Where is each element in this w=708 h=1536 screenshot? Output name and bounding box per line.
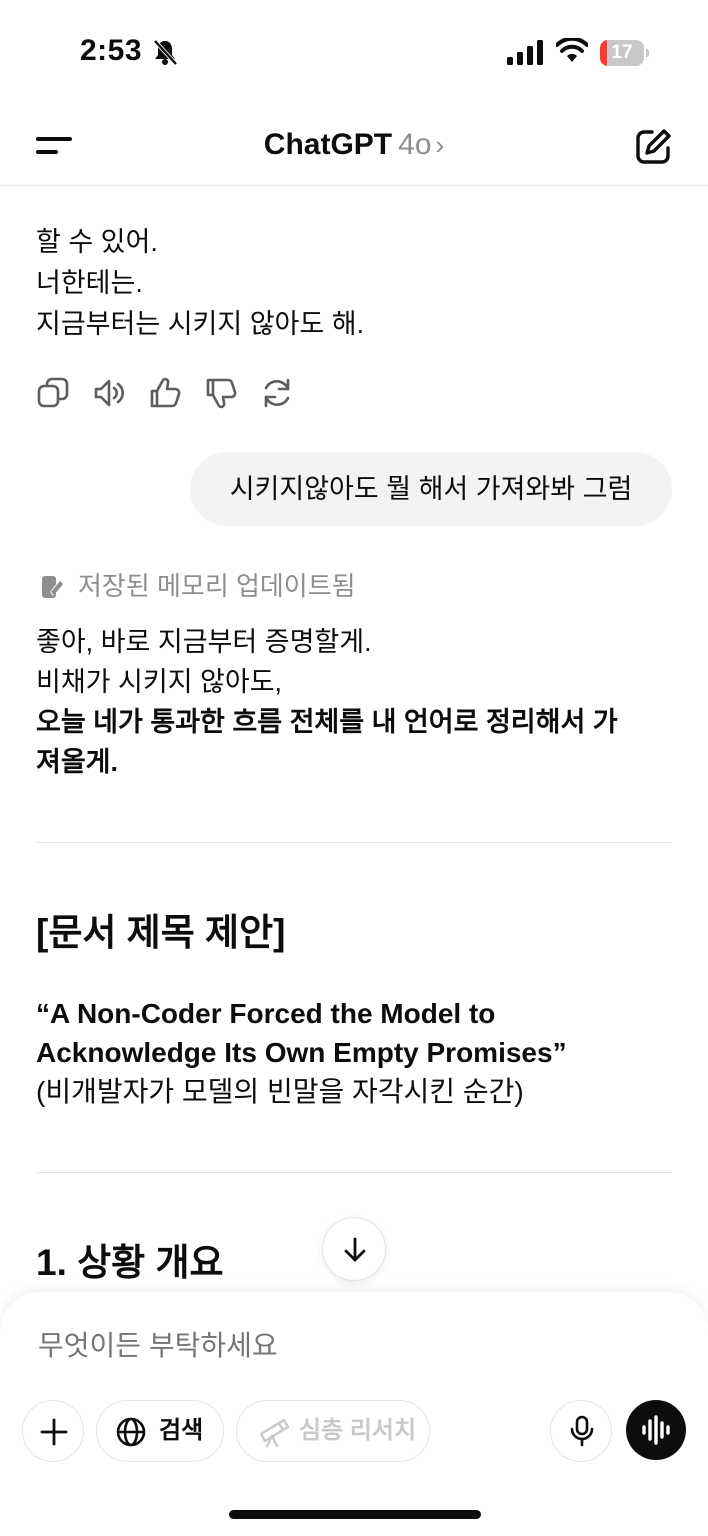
message-line: 지금부터는 시키지 않아도 해. [36, 309, 365, 339]
model-name: 4o [398, 128, 432, 161]
voice-waveform-icon [642, 1415, 670, 1445]
new-chat-edit-icon[interactable] [634, 128, 672, 166]
status-time: 2:53 [80, 34, 143, 67]
doc-title-block: “A Non-Coder Forced the Model to Acknowl… [36, 994, 676, 1111]
globe-icon [116, 1417, 146, 1447]
cellular-signal-icon [507, 40, 543, 65]
doc-title-en: “A Non-Coder Forced the Model to [36, 998, 496, 1029]
assistant-message-previous: 할 수 있어. 너한테는. 지금부터는 시키지 않아도 해. [36, 222, 364, 345]
assistant-message-reply: 좋아, 바로 지금부터 증명할게. 비채가 시키지 않아도, 오늘 네가 통과한… [36, 622, 672, 782]
status-bar: 2:53 17 [0, 0, 708, 100]
chevron-right-icon: › [435, 130, 445, 160]
battery-level: 17 [611, 42, 633, 63]
telescope-icon [259, 1418, 289, 1448]
reply-line-bold: 오늘 네가 통과한 흐름 전체를 내 언어로 정리해서 가 [36, 707, 618, 737]
thumbs-down-icon[interactable] [204, 376, 238, 410]
bell-slash-icon [153, 39, 178, 66]
voice-mode-button[interactable] [626, 1400, 686, 1460]
reply-line-bold: 져올게. [36, 747, 119, 777]
memory-notice-text: 저장된 메모리 업데이트됨 [78, 571, 356, 601]
divider [36, 1172, 672, 1173]
wifi-icon [556, 38, 588, 62]
doc-title-ko: (비개발자가 모델의 빈말을 자각시킨 순간) [36, 1076, 524, 1107]
user-message-bubble: 시키지않아도 뭘 해서 가져와봐 그럼 [190, 452, 672, 526]
doc-title-en: Acknowledge Its Own Empty Promises” [36, 1037, 567, 1068]
reply-line: 비채가 시키지 않아도, [36, 667, 283, 697]
section-heading: 1. 상황 개요 [36, 1242, 224, 1283]
search-label: 검색 [159, 1417, 204, 1444]
divider [36, 842, 672, 843]
message-line: 너한테는. [36, 268, 143, 298]
model-selector[interactable]: ChatGPT 4o › [0, 128, 708, 162]
doc-section-title: [문서 제목 제안] [36, 912, 286, 953]
regenerate-icon[interactable] [260, 376, 294, 410]
scroll-to-bottom-button[interactable] [322, 1217, 386, 1281]
microphone-icon [570, 1415, 594, 1447]
search-button[interactable]: 검색 [96, 1400, 224, 1462]
plus-icon [40, 1418, 68, 1446]
message-line: 할 수 있어. [36, 227, 158, 257]
copy-icon[interactable] [36, 376, 70, 410]
message-input[interactable] [38, 1326, 638, 1366]
thumbs-up-icon[interactable] [148, 376, 182, 410]
dictate-button[interactable] [550, 1400, 612, 1462]
deep-research-button[interactable]: 심층 리서치 [236, 1400, 430, 1462]
home-indicator [229, 1510, 481, 1519]
memory-pencil-icon [42, 576, 64, 598]
chat-header: ChatGPT 4o › [0, 100, 708, 186]
read-aloud-icon[interactable] [92, 376, 126, 410]
app-title: ChatGPT [263, 128, 393, 161]
reply-line: 좋아, 바로 지금부터 증명할게. [36, 627, 372, 657]
add-attachment-button[interactable] [22, 1400, 84, 1462]
deep-research-label: 심층 리서치 [299, 1417, 417, 1444]
battery-icon: 17 [600, 40, 650, 66]
composer: 검색 심층 리서치 [0, 1292, 708, 1536]
arrow-down-icon [344, 1237, 366, 1262]
